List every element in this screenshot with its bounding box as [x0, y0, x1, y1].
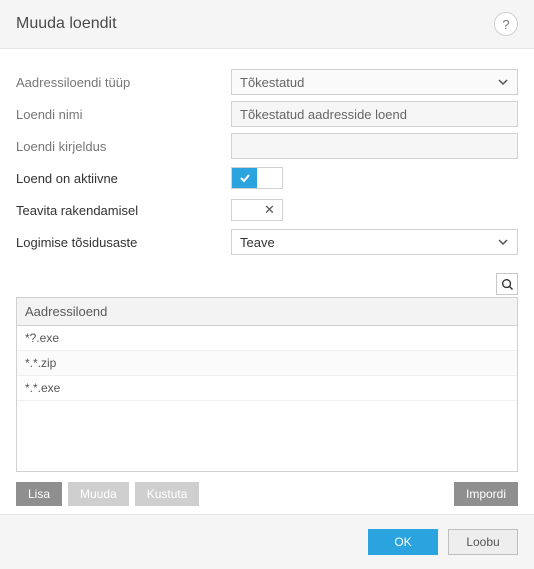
label-desc: Loendi kirjeldus [16, 139, 231, 154]
select-severity[interactable]: Teave [231, 229, 518, 255]
select-type[interactable]: Tõkestatud [231, 69, 518, 95]
row-desc: Loendi kirjeldus [16, 131, 518, 161]
search-icon [501, 278, 514, 291]
row-active: Loend on aktiivne [16, 163, 518, 193]
label-severity: Logimise tõsidusaste [16, 235, 231, 250]
toggle-notify-off: ✕ [257, 200, 282, 220]
delete-button[interactable]: Kustuta [135, 482, 200, 506]
cancel-button[interactable]: Loobu [448, 529, 518, 555]
dialog-title: Muuda loendit [16, 15, 117, 33]
search-button[interactable] [496, 273, 518, 295]
input-name[interactable]: Tõkestatud aadresside loend [231, 101, 518, 127]
label-active: Loend on aktiivne [16, 171, 231, 186]
table-body: *?.exe *.*.zip *.*.exe [17, 326, 517, 471]
toggle-notify-on [232, 200, 257, 220]
address-table: Aadressiloend *?.exe *.*.zip *.*.exe [16, 297, 518, 472]
check-icon [239, 172, 251, 184]
edit-button[interactable]: Muuda [68, 482, 129, 506]
input-desc[interactable] [231, 133, 518, 159]
table-row[interactable]: *.*.zip [17, 351, 517, 376]
help-button[interactable]: ? [494, 12, 518, 36]
list-tools [16, 273, 518, 295]
label-type: Aadressiloendi tüüp [16, 75, 231, 90]
select-type-value: Tõkestatud [240, 75, 304, 90]
toggle-active[interactable] [231, 167, 283, 189]
dialog-header: Muuda loendit ? [0, 0, 534, 49]
row-name: Loendi nimi Tõkestatud aadresside loend [16, 99, 518, 129]
dialog: Muuda loendit ? Aadressiloendi tüüp Tõke… [0, 0, 534, 562]
row-type: Aadressiloendi tüüp Tõkestatud [16, 67, 518, 97]
row-notify: Teavita rakendamisel ✕ [16, 195, 518, 225]
label-notify: Teavita rakendamisel [16, 203, 231, 218]
row-severity: Logimise tõsidusaste Teave [16, 227, 518, 257]
toggle-notify[interactable]: ✕ [231, 199, 283, 221]
table-header[interactable]: Aadressiloend [17, 298, 517, 326]
import-button[interactable]: Impordi [454, 482, 518, 506]
select-severity-value: Teave [240, 235, 275, 250]
dialog-footer: OK Loobu [0, 514, 534, 569]
chevron-down-icon [497, 76, 509, 88]
help-icon: ? [502, 17, 509, 32]
table-row[interactable]: *.*.exe [17, 376, 517, 401]
ok-button[interactable]: OK [368, 529, 438, 555]
label-name: Loendi nimi [16, 107, 231, 122]
table-row[interactable]: *?.exe [17, 326, 517, 351]
toggle-active-off [257, 168, 282, 188]
dialog-body: Aadressiloendi tüüp Tõkestatud Loendi ni… [0, 49, 534, 514]
input-name-value: Tõkestatud aadresside loend [240, 107, 407, 122]
toggle-active-on [232, 168, 257, 188]
list-actions: Lisa Muuda Kustuta Impordi [16, 482, 518, 506]
add-button[interactable]: Lisa [16, 482, 62, 506]
chevron-down-icon [497, 236, 509, 248]
x-icon: ✕ [264, 202, 275, 218]
